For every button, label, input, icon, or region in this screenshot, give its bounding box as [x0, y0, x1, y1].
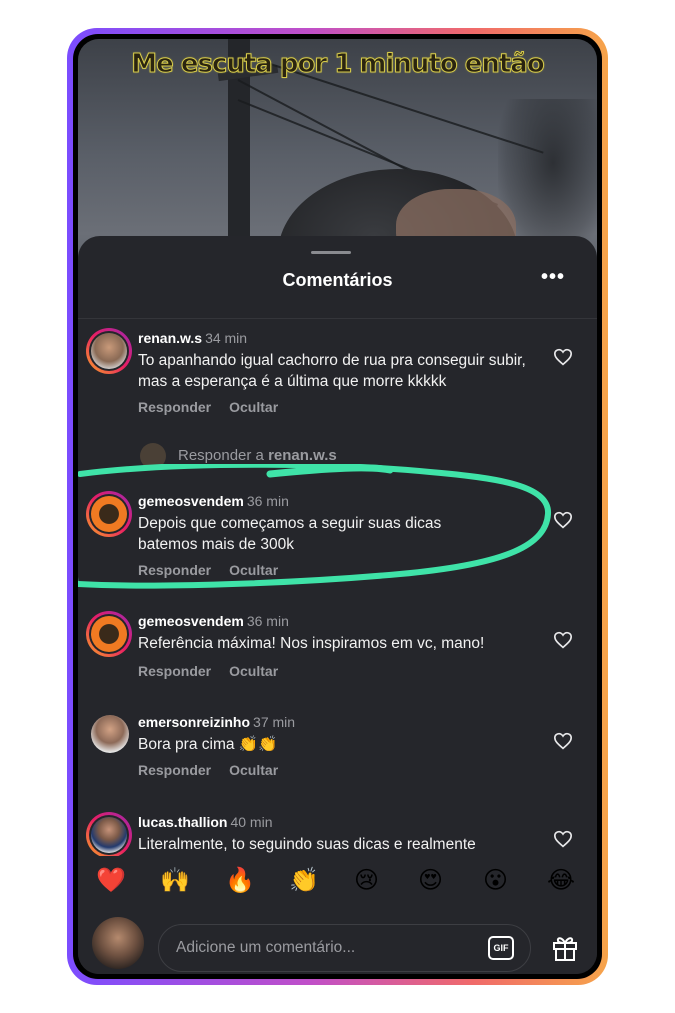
comment-header: lucas.thallion 40 min	[138, 814, 273, 830]
more-options-button[interactable]: •••	[541, 266, 565, 289]
comments-sheet: Comentários ••• renan.w.s 34 min To apanh…	[78, 236, 597, 974]
comment-text: Literalmente, to seguindo suas dicas e r…	[138, 836, 476, 853]
avatar[interactable]	[86, 491, 132, 537]
drag-handle[interactable]	[311, 251, 351, 254]
like-heart-icon[interactable]	[553, 511, 573, 529]
phone-frame: Me escuta por 1 minuto então Comentários…	[67, 28, 608, 985]
reply-button[interactable]: Responder	[138, 663, 211, 679]
hide-button[interactable]: Ocultar	[229, 562, 278, 578]
comment-text: Referência máxima! Nos inspiramos em vc,…	[138, 635, 485, 652]
comment-actions: Responder Ocultar	[138, 663, 278, 679]
reply-button[interactable]: Responder	[138, 562, 211, 578]
divider	[78, 318, 597, 319]
comment-actions: Responder Ocultar	[138, 399, 278, 415]
gift-icon[interactable]	[552, 934, 578, 962]
avatar	[140, 443, 166, 469]
reply-button[interactable]: Responder	[138, 399, 211, 415]
comment-username[interactable]: gemeosvendem	[138, 613, 244, 629]
emoji-raising-hands[interactable]: 🙌	[160, 866, 190, 896]
comment-header: gemeosvendem 36 min	[138, 613, 289, 629]
avatar[interactable]	[86, 328, 132, 374]
comment-text: Depois que começamos a seguir suas dicas…	[138, 515, 442, 553]
comment-username[interactable]: renan.w.s	[138, 330, 202, 346]
comment-text: Bora pra cima 👏👏	[138, 736, 278, 753]
emoji-surprised[interactable]: 😮	[483, 866, 508, 896]
gif-button[interactable]: GIF	[488, 936, 514, 960]
avatar[interactable]	[86, 611, 132, 657]
comment-header: emersonreizinho 37 min	[138, 714, 295, 730]
comment-time: 37 min	[253, 714, 296, 730]
comment-time: 36 min	[246, 493, 289, 509]
comment-actions: Responder Ocultar	[138, 762, 278, 778]
comment-username[interactable]: lucas.thallion	[138, 814, 227, 830]
hide-button[interactable]: Ocultar	[229, 663, 278, 679]
comment-time: 40 min	[230, 814, 273, 830]
emoji-crying[interactable]: 😢	[354, 866, 379, 896]
comment-actions: Responder Ocultar	[138, 562, 278, 578]
like-heart-icon[interactable]	[553, 348, 573, 366]
reply-prompt-prefix: Responder a	[178, 447, 264, 464]
hide-button[interactable]: Ocultar	[229, 762, 278, 778]
comment-header: renan.w.s 34 min	[138, 330, 247, 346]
sheet-title: Comentários	[282, 270, 393, 290]
reply-button[interactable]: Responder	[138, 762, 211, 778]
comment-time: 36 min	[246, 613, 289, 629]
emoji-reaction-bar: ❤️ 🙌 🔥 👏 😢 😍 😮 😂	[78, 856, 597, 906]
reply-prompt-text: Responder a renan.w.s	[178, 447, 337, 464]
emoji-heart[interactable]: ❤️	[96, 866, 126, 896]
emoji-heart-eyes[interactable]: 😍	[418, 866, 443, 896]
like-heart-icon[interactable]	[553, 830, 573, 848]
comment-header: gemeosvendem 36 min	[138, 493, 289, 509]
like-heart-icon[interactable]	[553, 732, 573, 750]
avatar[interactable]	[91, 715, 129, 753]
emoji-clapping[interactable]: 👏	[289, 866, 319, 896]
comment-input[interactable]: Adicione um comentário... GIF	[158, 924, 531, 972]
comment-username[interactable]: emersonreizinho	[138, 714, 250, 730]
reply-prompt-username: renan.w.s	[268, 447, 337, 464]
hide-button[interactable]: Ocultar	[229, 399, 278, 415]
comment-input-placeholder: Adicione um comentário...	[176, 939, 356, 956]
phone-screen: Me escuta por 1 minuto então Comentários…	[78, 39, 597, 974]
emoji-laughing[interactable]: 😂	[547, 866, 575, 896]
comment-username[interactable]: gemeosvendem	[138, 493, 244, 509]
current-user-avatar	[92, 917, 144, 969]
phone-bezel: Me escuta por 1 minuto então Comentários…	[73, 34, 602, 979]
emoji-fire[interactable]: 🔥	[225, 866, 255, 896]
like-heart-icon[interactable]	[553, 631, 573, 649]
video-caption: Me escuta por 1 minuto então	[131, 49, 545, 80]
comment-time: 34 min	[205, 330, 248, 346]
comment-input-bar: Adicione um comentário... GIF	[78, 906, 597, 974]
avatar[interactable]	[86, 812, 132, 858]
comment-text: To apanhando igual cachorro de rua pra c…	[138, 352, 526, 390]
